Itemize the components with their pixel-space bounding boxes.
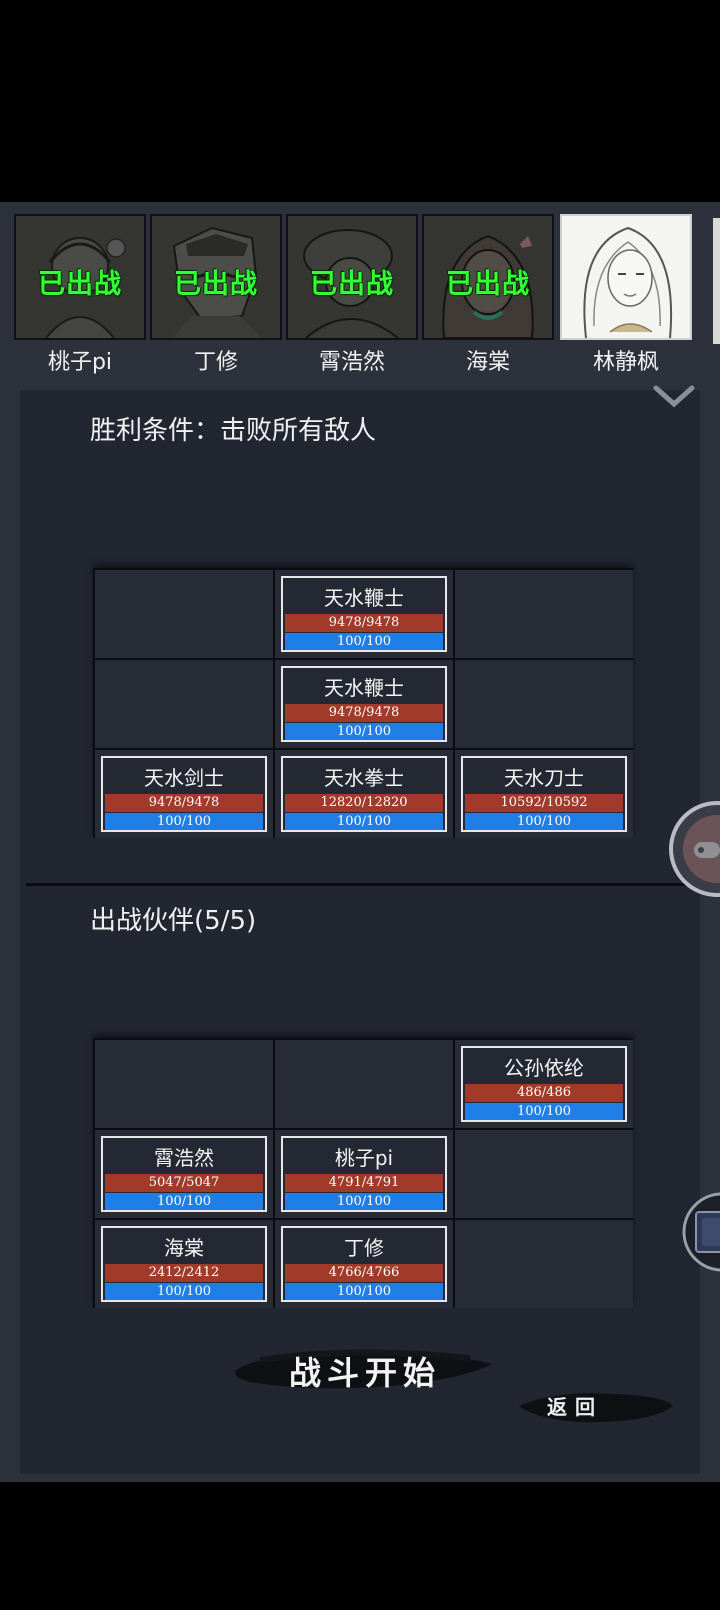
- unit-name: 天水鞭士: [324, 676, 404, 700]
- section-divider: [26, 883, 694, 886]
- mp-bar: 100/100: [105, 1283, 263, 1300]
- mp-bar: 100/100: [285, 813, 443, 830]
- unit-name: 天水刀士: [504, 766, 584, 790]
- next-portrait-edge: [713, 218, 720, 344]
- grid-cell-empty[interactable]: [455, 660, 633, 748]
- portrait-image: 已出战: [286, 214, 418, 340]
- mp-bar: 100/100: [285, 1283, 443, 1300]
- roster-name: 林静枫: [592, 350, 659, 375]
- hp-bar: 9478/9478: [105, 794, 263, 812]
- grid-cell-empty[interactable]: [455, 1130, 633, 1218]
- roster-card-5[interactable]: 林静枫: [560, 214, 692, 375]
- roster-card-4[interactable]: 已出战 海棠: [422, 214, 554, 375]
- enemy-unit[interactable]: 天水拳士 12820/12820 100/100: [281, 756, 447, 832]
- unit-name: 霄浩然: [154, 1146, 214, 1170]
- grid-cell[interactable]: 公孙依纶 486/486 100/100: [455, 1040, 633, 1128]
- mp-bar: 100/100: [285, 1193, 443, 1210]
- enemy-unit[interactable]: 天水鞭士 9478/9478 100/100: [281, 576, 447, 652]
- top-bar: [0, 0, 720, 202]
- hp-bar: 9478/9478: [285, 614, 443, 632]
- deployed-badge: 已出战: [38, 269, 122, 300]
- back-label: 返回: [547, 1395, 603, 1419]
- mp-bar: 100/100: [285, 633, 443, 650]
- ally-unit[interactable]: 桃子pi 4791/4791 100/100: [281, 1136, 447, 1212]
- unit-name: 天水剑士: [144, 766, 224, 790]
- unit-name: 丁修: [344, 1236, 384, 1260]
- ally-unit[interactable]: 丁修 4766/4766 100/100: [281, 1226, 447, 1302]
- card-icon: [695, 1211, 720, 1253]
- ally-unit[interactable]: 海棠 2412/2412 100/100: [101, 1226, 267, 1302]
- grid-cell[interactable]: 天水剑士 9478/9478 100/100: [95, 750, 273, 838]
- hp-bar: 2412/2412: [105, 1264, 263, 1282]
- battle-setup-screen: 已出战 桃子pi 已出战 丁修 已出战 霄浩然 已出战 海棠 林静枫 胜利条件：…: [0, 202, 720, 1482]
- deployed-badge: 已出战: [310, 269, 394, 300]
- hp-bar: 486/486: [465, 1084, 623, 1102]
- unit-name: 海棠: [164, 1236, 204, 1260]
- deployed-badge: 已出战: [446, 269, 530, 300]
- enemy-unit[interactable]: 天水鞭士 9478/9478 100/100: [281, 666, 447, 742]
- roster-card-2[interactable]: 已出战 丁修: [150, 214, 282, 375]
- enemy-unit[interactable]: 天水剑士 9478/9478 100/100: [101, 756, 267, 832]
- grid-cell[interactable]: 丁修 4766/4766 100/100: [275, 1220, 453, 1308]
- hp-bar: 12820/12820: [285, 794, 443, 812]
- portrait-image: 已出战: [14, 214, 146, 340]
- gamepad-icon: [694, 842, 720, 858]
- chevron-down-icon[interactable]: [652, 382, 696, 412]
- unit-name: 桃子pi: [334, 1146, 394, 1170]
- enemy-unit[interactable]: 天水刀士 10592/10592 100/100: [461, 756, 627, 832]
- grid-cell[interactable]: 天水鞭士 9478/9478 100/100: [275, 660, 453, 748]
- grid-cell[interactable]: 天水刀士 10592/10592 100/100: [455, 750, 633, 838]
- deployed-badge: 已出战: [174, 269, 258, 300]
- roster-name: 丁修: [193, 350, 238, 375]
- character-roster: 已出战 桃子pi 已出战 丁修 已出战 霄浩然 已出战 海棠 林静枫: [0, 202, 720, 378]
- ally-formation-grid: 公孙依纶 486/486 100/100 霄浩然 5047/5047 100/1…: [93, 1038, 633, 1308]
- hp-bar: 4766/4766: [285, 1264, 443, 1282]
- hp-bar: 4791/4791: [285, 1174, 443, 1192]
- grid-cell-empty[interactable]: [455, 570, 633, 658]
- mp-bar: 100/100: [105, 1193, 263, 1210]
- victory-condition: 胜利条件：击败所有敌人: [90, 416, 377, 446]
- hp-bar: 5047/5047: [105, 1174, 263, 1192]
- roster-card-1[interactable]: 已出战 桃子pi: [14, 214, 146, 375]
- back-button[interactable]: 返回: [515, 1384, 675, 1428]
- roster-name: 霄浩然: [318, 350, 385, 375]
- mp-bar: 100/100: [465, 813, 623, 830]
- hp-bar: 9478/9478: [285, 704, 443, 722]
- start-battle-label: 战斗开始: [288, 1354, 441, 1392]
- grid-cell-empty[interactable]: [95, 570, 273, 658]
- start-battle-button[interactable]: 战斗开始: [230, 1340, 500, 1398]
- grid-cell-empty[interactable]: [95, 1040, 273, 1128]
- card-button[interactable]: [682, 1190, 720, 1274]
- enemy-formation-grid: 天水鞭士 9478/9478 100/100 天水鞭士 9478/9478 10…: [93, 568, 633, 838]
- bottom-bar: [0, 1482, 720, 1610]
- ally-unit[interactable]: 霄浩然 5047/5047 100/100: [101, 1136, 267, 1212]
- unit-name: 公孙依纶: [504, 1056, 584, 1080]
- grid-cell[interactable]: 霄浩然 5047/5047 100/100: [95, 1130, 273, 1218]
- portrait-image: [560, 214, 692, 340]
- roster-name: 海棠: [465, 350, 510, 375]
- roster-card-3[interactable]: 已出战 霄浩然: [286, 214, 418, 375]
- hp-bar: 10592/10592: [465, 794, 623, 812]
- portrait-image: 已出战: [150, 214, 282, 340]
- grid-cell[interactable]: 天水拳士 12820/12820 100/100: [275, 750, 453, 838]
- mp-bar: 100/100: [105, 813, 263, 830]
- unit-name: 天水鞭士: [324, 586, 404, 610]
- mp-bar: 100/100: [465, 1103, 623, 1120]
- grid-cell-empty[interactable]: [95, 660, 273, 748]
- grid-cell[interactable]: 天水鞭士 9478/9478 100/100: [275, 570, 453, 658]
- grid-cell[interactable]: 海棠 2412/2412 100/100: [95, 1220, 273, 1308]
- ally-section-title: 出战伙伴(5/5): [90, 906, 257, 936]
- ally-unit[interactable]: 公孙依纶 486/486 100/100: [461, 1046, 627, 1122]
- mp-bar: 100/100: [285, 723, 443, 740]
- grid-cell-empty[interactable]: [455, 1220, 633, 1308]
- grid-cell-empty[interactable]: [275, 1040, 453, 1128]
- grid-cell[interactable]: 桃子pi 4791/4791 100/100: [275, 1130, 453, 1218]
- portrait-image: 已出战: [422, 214, 554, 340]
- unit-name: 天水拳士: [324, 766, 404, 790]
- roster-name: 桃子pi: [47, 350, 113, 375]
- floating-assist-button[interactable]: [668, 800, 720, 898]
